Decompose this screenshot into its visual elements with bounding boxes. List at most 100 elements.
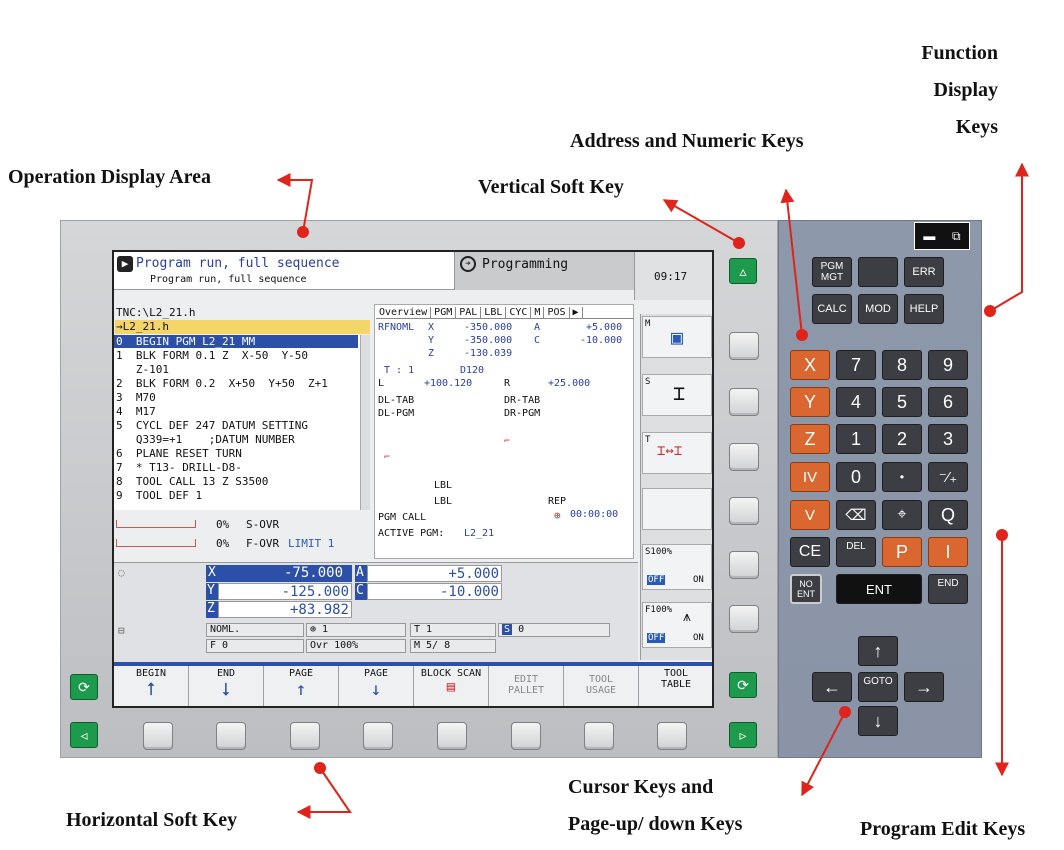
program-line[interactable]: 2 BLK FORM 0.2 X+50 Y+50 Z+1 [116,377,328,390]
key-7[interactable]: 7 [836,350,876,380]
softkey-page-up[interactable]: PAGE ↑ [264,666,339,706]
key-5[interactable]: 5 [882,387,922,417]
softkey-edit-pallet[interactable]: EDIT PALLET [489,666,564,706]
key-0[interactable]: 0 [836,462,876,492]
tab-cyc[interactable]: CYC [506,307,532,318]
window-controls[interactable]: ▬ ⧉ [914,222,970,250]
horizontal-soft-key-6[interactable] [511,722,541,750]
key-4[interactable]: 4 [836,387,876,417]
horizontal-soft-key-2[interactable] [216,722,246,750]
tab-lbl[interactable]: LBL [481,307,507,318]
horizontal-prev-button[interactable]: ◃ [70,722,98,748]
iv-key[interactable]: IV [790,462,830,492]
end-key[interactable]: END [928,574,968,604]
tab-pgm[interactable]: PGM [431,307,457,318]
program-line[interactable]: 7 * T13- DRILL-D8- [116,461,242,474]
sign-key[interactable]: ⁻⁄₊ [928,462,968,492]
left-switch-button[interactable]: ⟳ [70,674,98,700]
softkey-tool-usage[interactable]: TOOL USAGE [564,666,639,706]
horizontal-soft-key-8[interactable] [657,722,687,750]
i-key[interactable]: I [928,537,968,567]
key-2[interactable]: 2 [882,424,922,454]
program-line[interactable]: 9 TOOL DEF 1 [116,489,202,502]
vertical-soft-key-4[interactable] [729,497,759,525]
program-line[interactable]: Q339=+1 ;DATUM NUMBER [116,433,295,446]
side-softkey-empty[interactable] [642,488,712,530]
q-key[interactable]: Q [928,500,968,530]
vertical-soft-key-3[interactable] [729,443,759,471]
program-line[interactable]: 6 PLANE RESET TURN [116,447,242,460]
decimal-key[interactable]: • [882,462,922,492]
f100-block[interactable]: F100% ⩚ OFF ON [642,602,712,648]
tab-overview[interactable]: Overview [376,307,432,318]
restore-icon[interactable]: ⧉ [952,229,961,244]
softkey-page-down[interactable]: PAGE ↓ [339,666,414,706]
horizontal-soft-key-7[interactable] [584,722,614,750]
program-line[interactable]: 3 M70 [116,391,156,404]
s100-block[interactable]: S100% OFF ON [642,544,712,590]
minimize-icon[interactable]: ▬ [923,229,935,243]
program-line-selected[interactable]: 0 BEGIN PGM L2_21 MM [114,335,358,348]
ent-key[interactable]: ENT [836,574,922,604]
program-line[interactable]: 5 CYCL DEF 247 DATUM SETTING [116,419,308,432]
z-key[interactable]: Z [790,424,830,454]
ce-key[interactable]: CE [790,537,830,567]
horizontal-soft-key-3[interactable] [290,722,320,750]
side-softkey-m[interactable]: M ▣ [642,316,712,358]
tab-pos[interactable]: POS [544,307,570,318]
file-row[interactable]: →L2_21.h [115,320,370,334]
actual-position-key[interactable]: ⌖ [882,500,922,530]
softkey-block-scan[interactable]: BLOCK SCAN ▤ [414,666,489,706]
cursor-right-key[interactable]: → [904,672,944,702]
vertical-scroll-up-button[interactable]: ▵ [729,258,757,284]
y-key[interactable]: Y [790,387,830,417]
softkey-tool-table[interactable]: TOOL TABLE [639,666,712,706]
side-softkey-s[interactable]: S ⌶ [642,374,712,416]
vertical-soft-key-6[interactable] [729,605,759,633]
cursor-left-key[interactable]: ← [812,672,852,702]
calc-key[interactable]: CALC [812,294,852,324]
vertical-soft-key-5[interactable] [729,551,759,579]
key-9[interactable]: 9 [928,350,968,380]
program-line[interactable]: Z-101 [116,363,169,376]
program-line[interactable]: 1 BLK FORM 0.1 Z X-50 Y-50 [116,349,308,362]
no-ent-key[interactable]: NO ENT [790,574,822,604]
del-key[interactable]: DEL [836,537,876,567]
softkey-end[interactable]: END ⭣ [189,666,264,706]
program-list[interactable]: 0 BEGIN PGM L2_21 MM 1 BLK FORM 0.1 Z X-… [114,335,370,510]
x-key[interactable]: X [790,350,830,380]
backspace-key[interactable]: ⌫ [836,500,876,530]
horizontal-soft-key-5[interactable] [437,722,467,750]
program-line[interactable]: 8 TOOL CALL 13 Z S3500 [116,475,268,488]
tab-m[interactable]: M [531,307,545,318]
vertical-soft-key-2[interactable] [729,388,759,416]
blank-function-key[interactable] [858,257,898,287]
cursor-down-key[interactable]: ↓ [858,706,898,736]
vertical-switch-button[interactable]: ⟳ [729,672,757,698]
key-3[interactable]: 3 [928,424,968,454]
tab-next-icon[interactable]: ▶ [570,307,583,318]
mod-key[interactable]: MOD [858,294,898,324]
err-key[interactable]: ERR [904,257,944,287]
horizontal-next-button[interactable]: ▹ [729,722,757,748]
overview-tabs[interactable]: Overview PGM PAL LBL CYC M POS ▶ [376,305,634,319]
tab-pal[interactable]: PAL [456,307,482,318]
key-8[interactable]: 8 [882,350,922,380]
vertical-soft-key-1[interactable] [729,332,759,360]
horizontal-soft-key-4[interactable] [363,722,393,750]
goto-key[interactable]: GOTO [858,672,898,702]
v-key[interactable]: V [790,500,830,530]
key-6[interactable]: 6 [928,387,968,417]
help-key[interactable]: HELP [904,294,944,324]
program-line[interactable]: 4 M17 [116,405,156,418]
key-1[interactable]: 1 [836,424,876,454]
horizontal-soft-key-1[interactable] [143,722,173,750]
ov-x-value: -350.000 [464,322,513,333]
side-softkey-t[interactable]: T ⌶↔⌶ [642,432,712,474]
pos-x-value: -75.000 [284,565,344,581]
program-scrollbar[interactable] [360,335,370,510]
cursor-up-key[interactable]: ↑ [858,636,898,666]
pgm-mgt-key[interactable]: PGM MGT [812,257,852,287]
p-key[interactable]: P [882,537,922,567]
softkey-begin[interactable]: BEGIN ⭡ [114,666,189,706]
